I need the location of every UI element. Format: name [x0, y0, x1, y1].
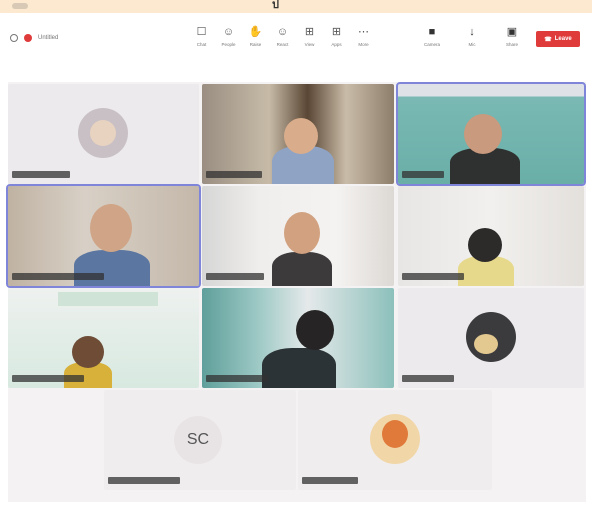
view-button[interactable]: ⊞ View — [296, 24, 323, 47]
more-icon: ⋯ — [358, 26, 369, 38]
participant-tile[interactable] — [298, 390, 492, 490]
participant-body — [272, 252, 332, 286]
participant-name — [206, 171, 262, 178]
participant-tile[interactable] — [8, 84, 199, 184]
participant-name — [108, 477, 180, 484]
participant-tile[interactable]: SC — [104, 390, 296, 490]
participant-name — [402, 171, 444, 178]
participant-tile[interactable] — [396, 82, 586, 186]
camera-button[interactable]: ■ Camera — [412, 24, 452, 47]
react-label: React — [276, 42, 289, 47]
camera-icon: ■ — [428, 26, 436, 38]
presentation-banner — [58, 292, 158, 306]
react-button[interactable]: ☺ React — [269, 24, 296, 47]
notification-banner: ป — [0, 0, 592, 13]
participant-tile[interactable] — [6, 184, 201, 288]
share-icon: ▣ — [506, 26, 518, 38]
people-icon: ☺ — [222, 26, 235, 38]
view-icon: ⊞ — [304, 26, 315, 38]
participant-name — [402, 273, 464, 280]
mic-icon: ↓ — [469, 26, 475, 38]
participant-head — [284, 118, 318, 154]
banner-text: ป — [272, 0, 279, 11]
avatar-face — [90, 120, 116, 146]
participant-name — [402, 375, 454, 382]
participant-tile[interactable] — [202, 186, 394, 286]
meeting-title: Untitled — [38, 35, 59, 41]
view-label: View — [304, 42, 315, 47]
raise-hand-icon: ✋ — [248, 26, 263, 38]
share-label: Share — [505, 42, 518, 47]
people-label: People — [221, 42, 236, 47]
leave-label: Leave — [554, 36, 572, 42]
participant-name — [12, 375, 84, 382]
avatar-face — [382, 420, 408, 448]
meeting-info: Untitled — [10, 34, 58, 42]
chat-button[interactable]: ☐ Chat — [188, 24, 215, 47]
participant-head — [468, 228, 502, 262]
participant-head — [90, 204, 132, 252]
avatar-face — [474, 334, 498, 354]
participant-head — [464, 114, 502, 154]
participant-head — [72, 336, 104, 368]
avatar-initials: SC — [174, 416, 222, 464]
participant-tile[interactable] — [398, 186, 584, 286]
mic-button[interactable]: ↓ Mic — [452, 24, 492, 47]
mic-label: Mic — [468, 42, 476, 47]
more-button[interactable]: ⋯ More — [350, 24, 377, 47]
camera-label: Camera — [423, 42, 440, 47]
recording-icon — [24, 34, 32, 42]
apps-icon: ⊞ — [331, 26, 342, 38]
participant-head — [296, 310, 334, 350]
participant-name — [12, 171, 70, 178]
react-icon: ☺ — [276, 26, 289, 38]
participant-name — [206, 375, 268, 382]
chat-icon: ☐ — [196, 26, 207, 38]
participant-head — [284, 212, 320, 254]
raise-label: Raise — [249, 42, 262, 47]
toolbar-actions: ☐ Chat ☺ People ✋ Raise ☺ React ⊞ View ⊞ Apps … — [188, 24, 377, 47]
participant-name — [302, 477, 358, 484]
participant-body — [74, 250, 150, 286]
banner-logo — [12, 3, 28, 9]
raise-hand-button[interactable]: ✋ Raise — [242, 24, 269, 47]
meeting-toolbar: Untitled ☐ Chat ☺ People ✋ Raise ☺ React ⊞ Vi… — [8, 20, 584, 60]
phone-icon: ☎ — [544, 36, 552, 43]
more-label: More — [358, 42, 369, 47]
chat-label: Chat — [196, 42, 207, 47]
participant-tile[interactable] — [398, 288, 584, 388]
share-button[interactable]: ▣ Share — [492, 24, 532, 47]
participant-body — [262, 348, 336, 388]
people-button[interactable]: ☺ People — [215, 24, 242, 47]
participant-name — [12, 273, 104, 280]
participant-tile[interactable] — [202, 288, 394, 388]
device-controls: ■ Camera ↓ Mic ▣ Share — [412, 24, 532, 47]
participant-tile[interactable] — [202, 84, 394, 184]
shield-icon[interactable] — [10, 34, 18, 42]
participant-tile[interactable] — [8, 288, 199, 388]
apps-button[interactable]: ⊞ Apps — [323, 24, 350, 47]
apps-label: Apps — [331, 42, 342, 47]
leave-button[interactable]: ☎ Leave — [536, 31, 580, 47]
participant-name — [206, 273, 264, 280]
